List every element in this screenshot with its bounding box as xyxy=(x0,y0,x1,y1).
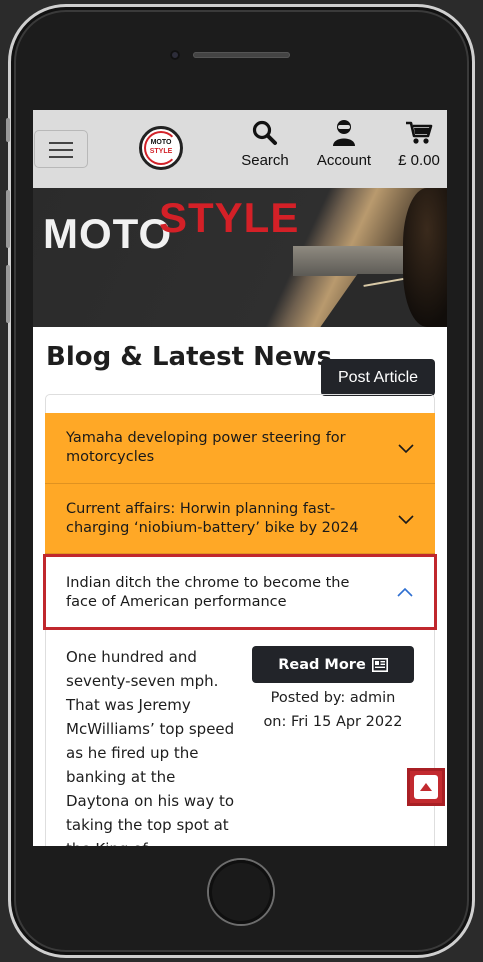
post-article-button[interactable]: Post Article xyxy=(321,359,435,396)
hamburger-icon xyxy=(49,156,73,158)
logo-line2: STYLE xyxy=(149,148,173,155)
site-logo[interactable]: MOTO STYLE xyxy=(139,126,183,170)
hamburger-icon xyxy=(49,149,73,151)
nav-account-label: Account xyxy=(316,152,372,169)
cart-icon xyxy=(393,116,445,146)
posted-by: Posted by: admin xyxy=(270,690,396,706)
banner-rider xyxy=(403,188,447,327)
accordion-item-2[interactable]: Current affairs: Horwin planning fast-ch… xyxy=(45,484,435,554)
chevron-down-icon xyxy=(398,444,414,454)
chevron-up-icon xyxy=(397,587,413,597)
nav-account[interactable]: Account xyxy=(311,116,377,169)
newspaper-icon xyxy=(371,657,388,672)
phone-side-button xyxy=(6,118,10,142)
banner-word-style: STYLE xyxy=(159,194,300,241)
accordion-item-1[interactable]: Yamaha developing power steering for mot… xyxy=(45,413,435,484)
arrow-up-icon xyxy=(414,775,438,799)
phone-speaker xyxy=(193,52,290,58)
nav-search[interactable]: Search xyxy=(237,116,293,169)
nav-cart[interactable]: £ 0.00 xyxy=(393,116,445,169)
page-title: Blog & Latest News xyxy=(46,342,332,372)
article-excerpt: One hundred and seventy-seven mph. That … xyxy=(66,648,235,846)
hero-banner: MOTO STYLE xyxy=(33,188,447,327)
hamburger-menu-button[interactable] xyxy=(34,130,88,168)
banner-word-moto: MOTO xyxy=(43,210,173,257)
accordion-item-title: Current affairs: Horwin planning fast-ch… xyxy=(66,501,359,536)
accordion-item-title: Yamaha developing power steering for mot… xyxy=(66,430,346,465)
logo-line1: MOTO xyxy=(150,139,172,146)
nav-search-label: Search xyxy=(241,152,289,169)
phone-home-button[interactable] xyxy=(209,860,273,924)
phone-volume-down xyxy=(6,265,10,323)
top-navbar: MOTO STYLE Search Account £ 0.00 xyxy=(33,110,447,188)
accordion-item-title: Indian ditch the chrome to become the fa… xyxy=(66,575,350,610)
phone-camera xyxy=(170,50,180,60)
back-to-top-button[interactable] xyxy=(407,768,445,806)
read-more-label: Read More xyxy=(278,656,366,673)
chevron-down-icon xyxy=(398,515,414,525)
posted-on: on: Fri 15 Apr 2022 xyxy=(263,714,403,730)
cart-total: £ 0.00 xyxy=(398,152,440,169)
search-icon xyxy=(237,116,293,146)
read-more-button[interactable]: Read More xyxy=(252,646,414,683)
phone-volume-up xyxy=(6,190,10,248)
account-icon xyxy=(311,116,377,146)
screen: MOTO STYLE Search Account £ 0.00 MOTO ST… xyxy=(33,110,447,846)
accordion-item-3-expanded[interactable]: Indian ditch the chrome to become the fa… xyxy=(43,554,437,630)
hamburger-icon xyxy=(49,142,73,144)
